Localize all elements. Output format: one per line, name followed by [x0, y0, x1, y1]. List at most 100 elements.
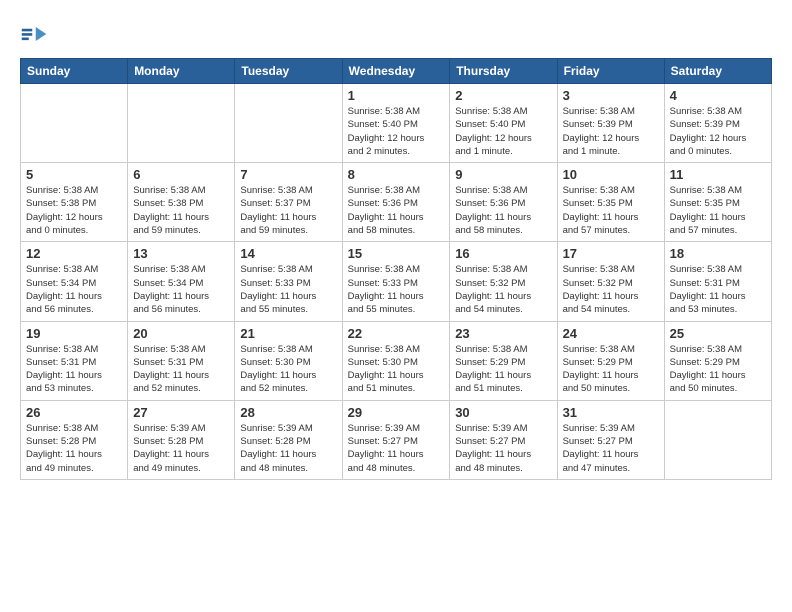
calendar-week-row: 26 Sunrise: 5:38 AM Sunset: 5:28 PM Dayli… — [21, 400, 772, 479]
day-number: 19 — [26, 326, 122, 341]
day-info: Sunrise: 5:38 AM Sunset: 5:34 PM Dayligh… — [26, 263, 122, 316]
calendar-cell: 2 Sunrise: 5:38 AM Sunset: 5:40 PM Daylig… — [450, 84, 557, 163]
day-info: Sunrise: 5:38 AM Sunset: 5:39 PM Dayligh… — [670, 105, 766, 158]
calendar-cell: 5 Sunrise: 5:38 AM Sunset: 5:38 PM Daylig… — [21, 163, 128, 242]
day-info: Sunrise: 5:38 AM Sunset: 5:29 PM Dayligh… — [670, 343, 766, 396]
calendar-cell: 27 Sunrise: 5:39 AM Sunset: 5:28 PM Dayli… — [128, 400, 235, 479]
day-info: Sunrise: 5:38 AM Sunset: 5:30 PM Dayligh… — [348, 343, 445, 396]
day-number: 9 — [455, 167, 551, 182]
day-number: 5 — [26, 167, 122, 182]
calendar-cell: 15 Sunrise: 5:38 AM Sunset: 5:33 PM Dayli… — [342, 242, 450, 321]
day-info: Sunrise: 5:38 AM Sunset: 5:39 PM Dayligh… — [563, 105, 659, 158]
day-info: Sunrise: 5:38 AM Sunset: 5:36 PM Dayligh… — [348, 184, 445, 237]
day-number: 17 — [563, 246, 659, 261]
calendar-cell: 24Sunrise: 5:38 AM Sunset: 5:29 PM Dayli… — [557, 321, 664, 400]
calendar-cell: 18 Sunrise: 5:38 AM Sunset: 5:31 PM Dayli… — [664, 242, 771, 321]
day-number: 25 — [670, 326, 766, 341]
day-number: 13 — [133, 246, 229, 261]
day-number: 26 — [26, 405, 122, 420]
day-number: 11 — [670, 167, 766, 182]
weekday-header: Wednesday — [342, 59, 450, 84]
calendar-cell: 21 Sunrise: 5:38 AM Sunset: 5:30 PM Dayli… — [235, 321, 342, 400]
day-info: Sunrise: 5:38 AM Sunset: 5:35 PM Dayligh… — [563, 184, 659, 237]
day-info: Sunrise: 5:38 AM Sunset: 5:40 PM Dayligh… — [455, 105, 551, 158]
weekday-header: Thursday — [450, 59, 557, 84]
calendar-cell: 14Sunrise: 5:38 AM Sunset: 5:33 PM Dayli… — [235, 242, 342, 321]
calendar-cell: 12 Sunrise: 5:38 AM Sunset: 5:34 PM Dayli… — [21, 242, 128, 321]
day-number: 27 — [133, 405, 229, 420]
day-number: 12 — [26, 246, 122, 261]
calendar-cell: 29 Sunrise: 5:39 AM Sunset: 5:27 PM Dayli… — [342, 400, 450, 479]
day-number: 23 — [455, 326, 551, 341]
day-info: Sunrise: 5:38 AM Sunset: 5:34 PM Dayligh… — [133, 263, 229, 316]
day-info: Sunrise: 5:39 AM Sunset: 5:28 PM Dayligh… — [133, 422, 229, 475]
day-number: 30 — [455, 405, 551, 420]
day-info: Sunrise: 5:38 AM Sunset: 5:38 PM Dayligh… — [26, 184, 122, 237]
day-number: 8 — [348, 167, 445, 182]
weekday-header: Sunday — [21, 59, 128, 84]
day-number: 18 — [670, 246, 766, 261]
calendar-cell: 26 Sunrise: 5:38 AM Sunset: 5:28 PM Dayli… — [21, 400, 128, 479]
weekday-header: Tuesday — [235, 59, 342, 84]
day-number: 2 — [455, 88, 551, 103]
day-number: 15 — [348, 246, 445, 261]
day-number: 14 — [240, 246, 336, 261]
day-info: Sunrise: 5:38 AM Sunset: 5:31 PM Dayligh… — [133, 343, 229, 396]
calendar-cell: 9 Sunrise: 5:38 AM Sunset: 5:36 PM Daylig… — [450, 163, 557, 242]
day-info: Sunrise: 5:38 AM Sunset: 5:32 PM Dayligh… — [455, 263, 551, 316]
day-info: Sunrise: 5:38 AM Sunset: 5:36 PM Dayligh… — [455, 184, 551, 237]
day-info: Sunrise: 5:39 AM Sunset: 5:27 PM Dayligh… — [348, 422, 445, 475]
day-number: 3 — [563, 88, 659, 103]
day-number: 21 — [240, 326, 336, 341]
day-info: Sunrise: 5:38 AM Sunset: 5:29 PM Dayligh… — [455, 343, 551, 396]
calendar-week-row: 5 Sunrise: 5:38 AM Sunset: 5:38 PM Daylig… — [21, 163, 772, 242]
calendar-week-row: 12 Sunrise: 5:38 AM Sunset: 5:34 PM Dayli… — [21, 242, 772, 321]
calendar-cell — [664, 400, 771, 479]
day-number: 10 — [563, 167, 659, 182]
day-info: Sunrise: 5:39 AM Sunset: 5:27 PM Dayligh… — [455, 422, 551, 475]
weekday-header: Friday — [557, 59, 664, 84]
logo — [20, 20, 52, 48]
day-info: Sunrise: 5:38 AM Sunset: 5:33 PM Dayligh… — [348, 263, 445, 316]
calendar-cell: 16 Sunrise: 5:38 AM Sunset: 5:32 PM Dayli… — [450, 242, 557, 321]
day-number: 31 — [563, 405, 659, 420]
day-info: Sunrise: 5:38 AM Sunset: 5:31 PM Dayligh… — [670, 263, 766, 316]
day-info: Sunrise: 5:39 AM Sunset: 5:28 PM Dayligh… — [240, 422, 336, 475]
day-number: 16 — [455, 246, 551, 261]
calendar-cell: 31 Sunrise: 5:39 AM Sunset: 5:27 PM Dayli… — [557, 400, 664, 479]
calendar-cell: 19 Sunrise: 5:38 AM Sunset: 5:31 PM Dayli… — [21, 321, 128, 400]
calendar-cell: 1Sunrise: 5:38 AM Sunset: 5:40 PM Daylig… — [342, 84, 450, 163]
page-header — [20, 20, 772, 48]
calendar-cell — [235, 84, 342, 163]
calendar-week-row: 19 Sunrise: 5:38 AM Sunset: 5:31 PM Dayli… — [21, 321, 772, 400]
calendar-header-row: SundayMondayTuesdayWednesdayThursdayFrid… — [21, 59, 772, 84]
day-number: 1 — [348, 88, 445, 103]
day-info: Sunrise: 5:38 AM Sunset: 5:35 PM Dayligh… — [670, 184, 766, 237]
day-number: 28 — [240, 405, 336, 420]
calendar-cell: 22Sunrise: 5:38 AM Sunset: 5:30 PM Dayli… — [342, 321, 450, 400]
weekday-header: Saturday — [664, 59, 771, 84]
day-info: Sunrise: 5:38 AM Sunset: 5:32 PM Dayligh… — [563, 263, 659, 316]
logo-icon — [20, 20, 48, 48]
day-info: Sunrise: 5:39 AM Sunset: 5:27 PM Dayligh… — [563, 422, 659, 475]
day-info: Sunrise: 5:38 AM Sunset: 5:30 PM Dayligh… — [240, 343, 336, 396]
calendar-week-row: 1 Sunrise: 5:38 AM Sunset: 5:40 PM Daylig… — [21, 84, 772, 163]
day-info: Sunrise: 5:38 AM Sunset: 5:28 PM Dayligh… — [26, 422, 122, 475]
day-number: 24 — [563, 326, 659, 341]
day-info: Sunrise: 5:38 AM Sunset: 5:38 PM Dayligh… — [133, 184, 229, 237]
day-info: Sunrise: 5:38 AM Sunset: 5:31 PM Dayligh… — [26, 343, 122, 396]
calendar-cell: 30 Sunrise: 5:39 AM Sunset: 5:27 PM Dayli… — [450, 400, 557, 479]
calendar-table: SundayMondayTuesdayWednesdayThursdayFrid… — [20, 58, 772, 480]
calendar-cell: 7Sunrise: 5:38 AM Sunset: 5:37 PM Daylig… — [235, 163, 342, 242]
calendar-cell: 25 Sunrise: 5:38 AM Sunset: 5:29 PM Dayli… — [664, 321, 771, 400]
weekday-header: Monday — [128, 59, 235, 84]
calendar-cell: 20 Sunrise: 5:38 AM Sunset: 5:31 PM Dayli… — [128, 321, 235, 400]
day-number: 6 — [133, 167, 229, 182]
day-number: 7 — [240, 167, 336, 182]
day-number: 20 — [133, 326, 229, 341]
day-number: 29 — [348, 405, 445, 420]
calendar-cell: 13 Sunrise: 5:38 AM Sunset: 5:34 PM Dayli… — [128, 242, 235, 321]
calendar-cell: 3 Sunrise: 5:38 AM Sunset: 5:39 PM Daylig… — [557, 84, 664, 163]
calendar-cell: 8 Sunrise: 5:38 AM Sunset: 5:36 PM Daylig… — [342, 163, 450, 242]
calendar-cell: 4Sunrise: 5:38 AM Sunset: 5:39 PM Daylig… — [664, 84, 771, 163]
